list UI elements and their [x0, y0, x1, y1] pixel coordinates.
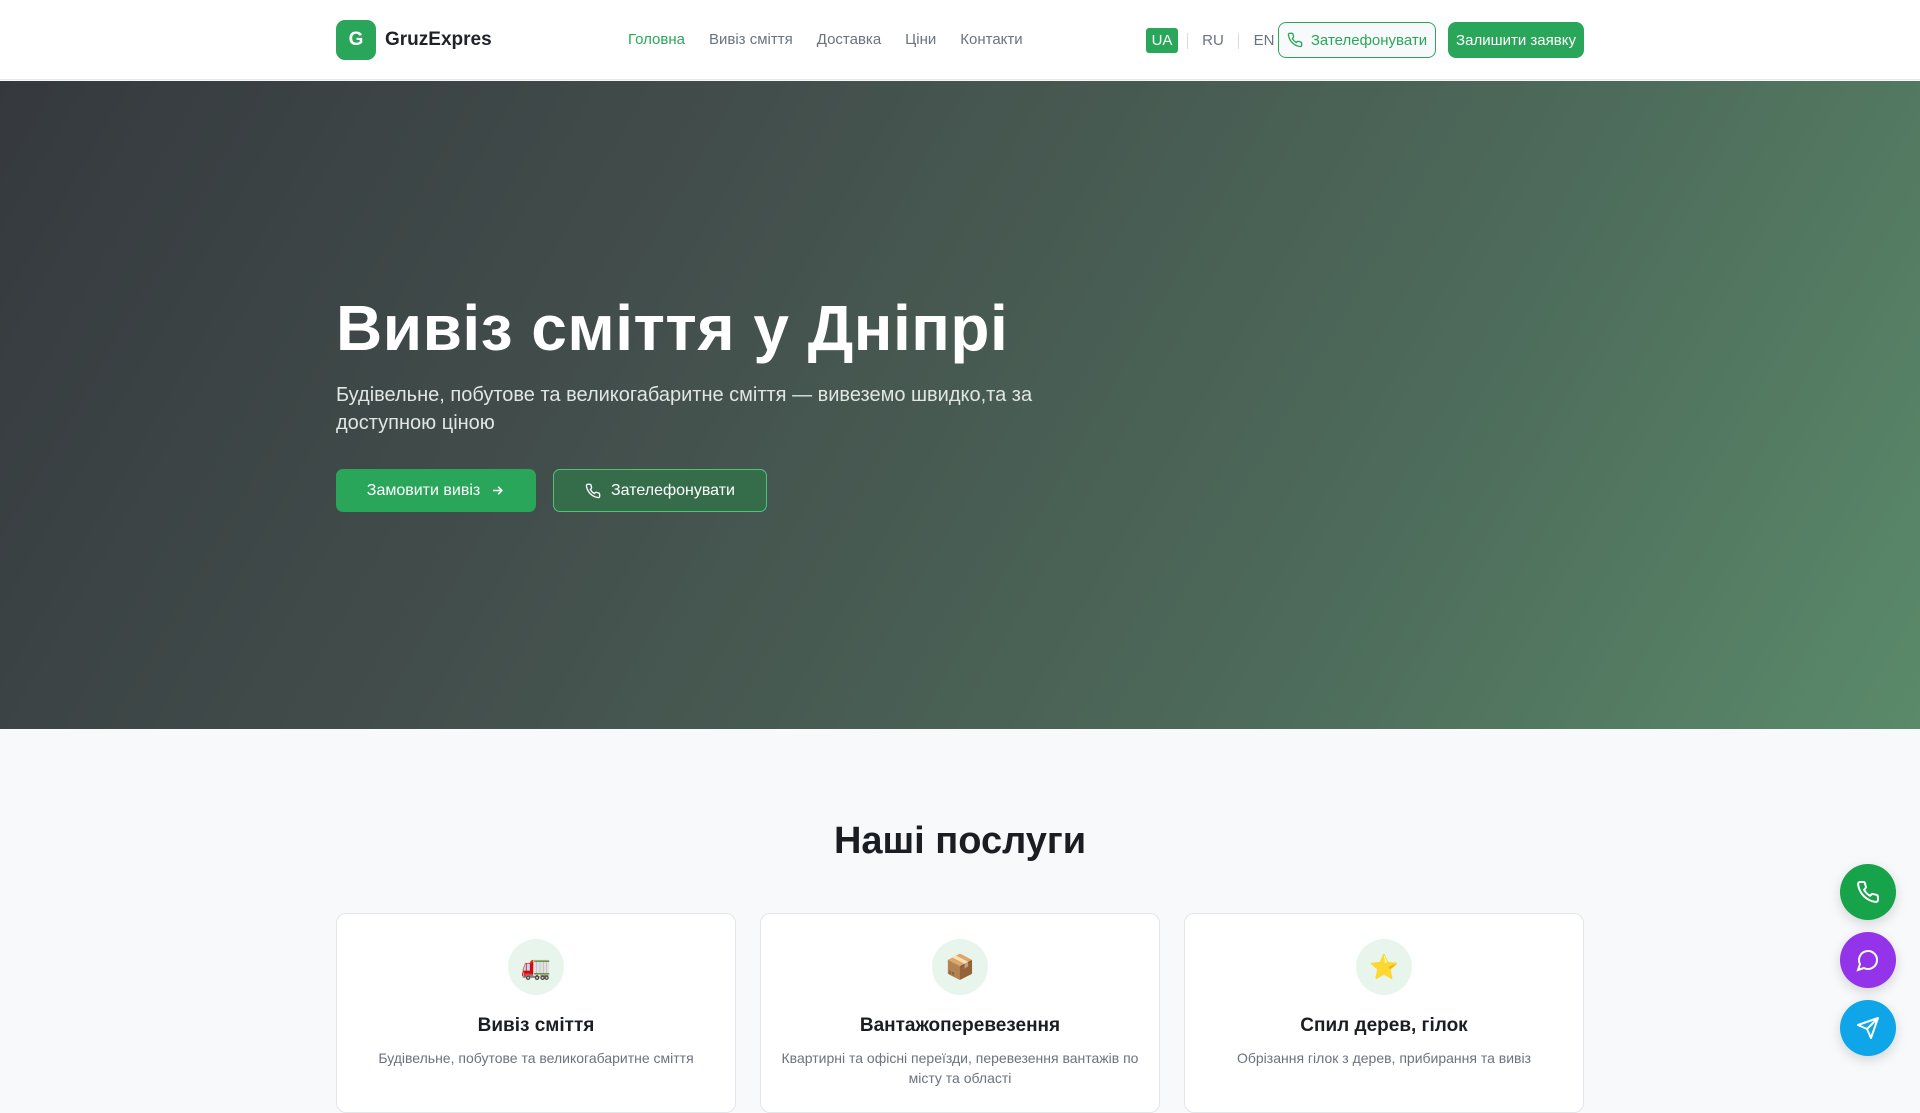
lang-ua[interactable]: UA — [1146, 28, 1178, 53]
nav-contacts[interactable]: Контакти — [960, 31, 1022, 48]
package-icon: 📦 — [932, 939, 988, 995]
service-desc: Обрізання гілок з дерев, прибирання та в… — [1236, 1050, 1532, 1066]
hero-call-button[interactable]: Зателефонувати — [553, 469, 767, 512]
nav-prices[interactable]: Ціни — [905, 31, 936, 48]
service-desc: Квартирні та офісні переїзди, перевезенн… — [781, 1050, 1139, 1086]
phone-icon — [1287, 32, 1303, 48]
service-card[interactable]: ⭐ Спил дерев, гілок Обрізання гілок з де… — [1184, 913, 1584, 1113]
lang-en[interactable]: EN — [1248, 28, 1280, 53]
order-removal-button[interactable]: Замовити вивіз — [336, 469, 536, 512]
phone-icon — [585, 483, 601, 498]
order-removal-label: Замовити вивіз — [366, 481, 481, 499]
hero-subtitle: Будівельне, побутове та великогабаритне … — [336, 384, 1033, 434]
logo[interactable]: G GruzExpres — [336, 20, 492, 60]
phone-icon — [1857, 880, 1880, 903]
service-title: Вантажоперевезення — [859, 1015, 1061, 1036]
hero: Вивіз сміття у Дніпрі Будівельне, побуто… — [0, 81, 1920, 729]
service-desc: Будівельне, побутове та великогабаритне … — [378, 1050, 694, 1066]
leave-request-button[interactable]: Залишити заявку — [1448, 22, 1584, 58]
divider — [1238, 32, 1239, 49]
service-title: Спил дерев, гілок — [1300, 1015, 1468, 1036]
hero-title: Вивіз сміття у Дніпрі — [336, 292, 1009, 364]
nav-home[interactable]: Головна — [628, 31, 685, 48]
floating-phone-button[interactable] — [1840, 864, 1896, 920]
header-call-label: Зателефонувати — [1310, 31, 1428, 49]
language-switcher: UA RU EN — [1146, 28, 1280, 53]
service-card[interactable]: 🚛 Вивіз сміття Будівельне, побутове та в… — [336, 913, 736, 1113]
logo-mark: G — [336, 20, 376, 60]
floating-chat-button[interactable] — [1840, 932, 1896, 988]
service-card[interactable]: 📦 Вантажоперевезення Квартирні та офісні… — [760, 913, 1160, 1113]
divider — [1187, 32, 1188, 49]
services-title: Наші послуги — [833, 820, 1087, 862]
nav-delivery[interactable]: Доставка — [817, 31, 881, 48]
nav-waste-removal[interactable]: Вивіз сміття — [709, 31, 793, 48]
header-call-button[interactable]: Зателефонувати — [1278, 22, 1436, 58]
lang-ru[interactable]: RU — [1197, 28, 1229, 53]
service-title: Вивіз сміття — [477, 1015, 595, 1036]
arrow-right-icon — [493, 486, 504, 495]
header: G GruzExpres Головна Вивіз сміття Достав… — [0, 0, 1920, 80]
truck-icon: 🚛 — [508, 939, 564, 995]
send-icon — [1857, 1017, 1879, 1039]
floating-telegram-button[interactable] — [1840, 1000, 1896, 1056]
logo-text: GruzExpres — [385, 29, 492, 50]
star-icon: ⭐ — [1356, 939, 1412, 995]
hero-call-label: Зателефонувати — [611, 481, 735, 499]
main-nav: Головна Вивіз сміття Доставка Ціни Конта… — [628, 31, 1023, 48]
message-circle-icon — [1856, 950, 1878, 972]
